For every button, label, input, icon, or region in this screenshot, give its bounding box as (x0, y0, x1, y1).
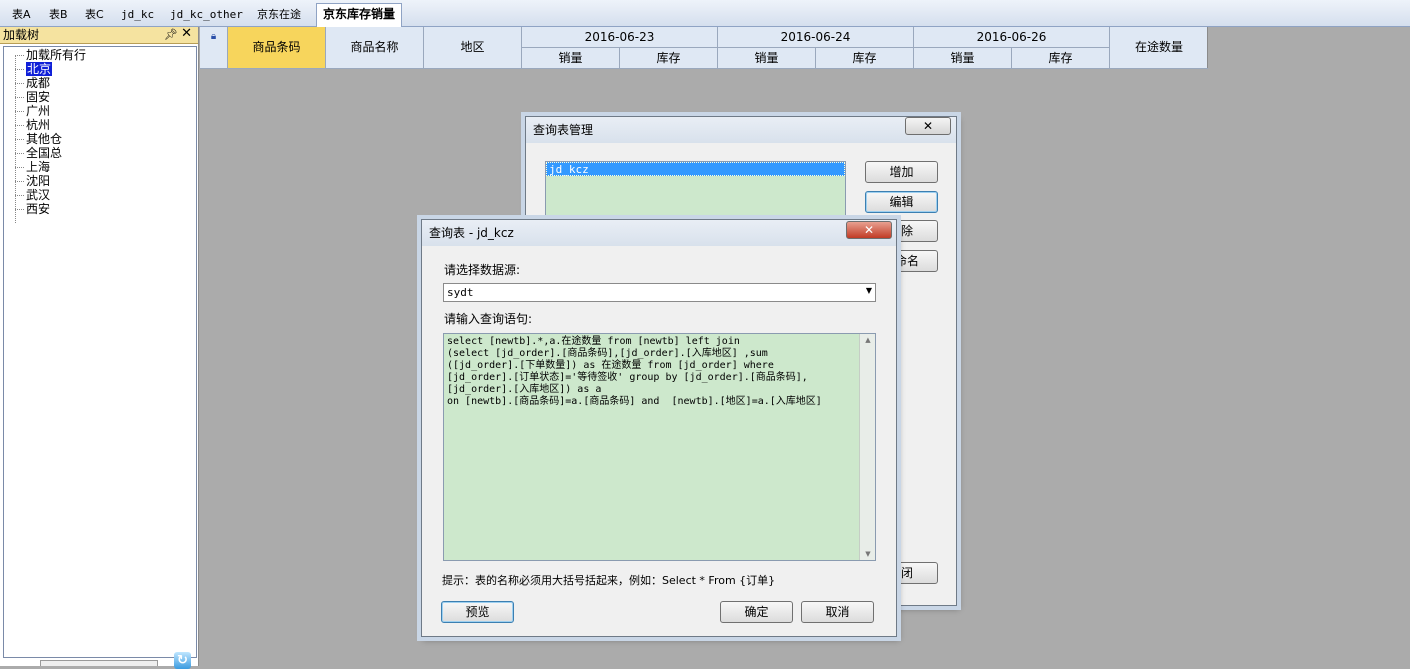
lock-icon[interactable]: 🔒︎ (200, 27, 228, 69)
column-header-barcode[interactable]: 商品条码 (228, 27, 326, 69)
query-table-edit-dialog: 查询表 - jd_kcz ✕ 请选择数据源: sydt ▼ 请输入查询语句: s… (421, 219, 897, 637)
tree-panel-header: 加载树 📌︎ ✕ (0, 26, 198, 44)
tree-item-label: 其他仓 (26, 132, 63, 146)
tree-list: 加载所有行 北京 成都 固安 广州 杭州 其他仓 全国总 上海 沈阳 武汉 西安 (12, 48, 86, 216)
horizontal-scrollbar[interactable] (40, 660, 158, 666)
column-header-stock[interactable]: 库存 (620, 48, 718, 69)
column-header-stock[interactable]: 库存 (1012, 48, 1110, 69)
tab-jd-in-transit[interactable]: 京东在途 (251, 4, 307, 27)
vertical-scrollbar[interactable]: ▲ ▼ (859, 334, 875, 560)
edit-button[interactable]: 编辑 (865, 191, 938, 213)
column-header-sales[interactable]: 销量 (914, 48, 1012, 69)
tree-panel-title: 加载树 (3, 28, 40, 42)
refresh-icon[interactable]: ↻ (174, 652, 191, 669)
query-text: select [newtb].*,a.在途数量 from [newtb] lef… (447, 336, 852, 408)
column-header-in-transit[interactable]: 在途数量 (1110, 27, 1208, 69)
query-line: [jd_order].[订单状态]='等待签收' group by [jd_or… (447, 372, 808, 383)
tree-item-label: 西安 (26, 202, 51, 216)
column-header-sales[interactable]: 销量 (522, 48, 620, 69)
column-group-date-1: 2016-06-23 (522, 27, 718, 48)
column-group-date-3: 2016-06-26 (914, 27, 1110, 48)
tree-item[interactable]: 北京 (12, 62, 86, 76)
list-item[interactable]: jd_kcz (546, 162, 845, 176)
datasource-select[interactable]: sydt ▼ (443, 283, 876, 302)
tree-item-label: 加载所有行 (26, 48, 87, 62)
tab-bar: 表A 表B 表C jd_kc jd_kc_other 京东在途 京东库存销量 (0, 0, 1410, 28)
close-icon[interactable]: ✕ (905, 117, 951, 135)
tree-item[interactable]: 加载所有行 (12, 48, 86, 62)
tree-item-label: 武汉 (26, 188, 51, 202)
tab-table-a[interactable]: 表A (6, 4, 37, 27)
tree-item-label: 广州 (26, 104, 51, 118)
dialog-title: 查询表管理 (526, 117, 956, 143)
scroll-up-icon[interactable]: ▲ (860, 336, 876, 344)
tree-item[interactable]: 上海 (12, 160, 86, 174)
column-header-region[interactable]: 地区 (424, 27, 522, 69)
column-group-date-2: 2016-06-24 (718, 27, 914, 48)
scroll-down-icon[interactable]: ▼ (860, 550, 876, 558)
tree-item-label: 杭州 (26, 118, 51, 132)
tree-item[interactable]: 广州 (12, 104, 86, 118)
grid-header: 🔒︎ 商品条码 商品名称 地区 2016-06-23 销量 库存 2016-06… (200, 27, 1208, 69)
add-button[interactable]: 增加 (865, 161, 938, 183)
datasource-value: sydt (447, 286, 474, 299)
tab-jd-kc[interactable]: jd_kc (115, 4, 160, 27)
tab-jd-stock-sales[interactable]: 京东库存销量 (316, 3, 403, 28)
hint-text: 提示：表的名称必须用大括号括起来，例如：Select * From {订单} (442, 574, 776, 587)
datasource-label: 请选择数据源: (444, 263, 521, 277)
dialog-title: 查询表 - jd_kcz (422, 220, 896, 246)
tree-view: 加载所有行 北京 成都 固安 广州 杭州 其他仓 全国总 上海 沈阳 武汉 西安 ↻ (3, 46, 197, 669)
query-label: 请输入查询语句: (444, 312, 533, 326)
tree-item-label: 沈阳 (26, 174, 51, 188)
tree-item[interactable]: 其他仓 (12, 132, 86, 146)
tree-item[interactable]: 杭州 (12, 118, 86, 132)
cancel-button[interactable]: 取消 (801, 601, 874, 623)
tree-item[interactable]: 西安 (12, 202, 86, 216)
column-header-stock[interactable]: 库存 (816, 48, 914, 69)
pin-icon[interactable]: 📌︎ (164, 27, 178, 43)
tab-table-b[interactable]: 表B (43, 4, 74, 27)
query-line: ([jd_order].[下单数量]) as 在途数量 from [jd_ord… (447, 360, 774, 371)
query-line: (select [jd_order].[商品条码],[jd_order].[入库… (447, 348, 768, 359)
tree-item-label: 北京 (26, 62, 53, 76)
preview-button[interactable]: 预览 (441, 601, 514, 623)
query-line: [jd_order].[入库地区]) as a (447, 384, 602, 395)
tree-item[interactable]: 全国总 (12, 146, 86, 160)
column-header-sales[interactable]: 销量 (718, 48, 816, 69)
close-icon[interactable]: ✕ (181, 26, 192, 42)
tree-item[interactable]: 武汉 (12, 188, 86, 202)
tree-item[interactable]: 固安 (12, 90, 86, 104)
ok-button[interactable]: 确定 (720, 601, 793, 623)
column-header-product-name[interactable]: 商品名称 (326, 27, 424, 69)
close-icon[interactable]: ✕ (846, 221, 892, 239)
query-line: on [newtb].[商品条码]=a.[商品条码] and [newtb].[… (447, 396, 822, 407)
tree-item-label: 成都 (26, 76, 51, 90)
query-textarea[interactable]: select [newtb].*,a.在途数量 from [newtb] lef… (443, 333, 876, 561)
tree-item-label: 全国总 (26, 146, 63, 160)
tree-item-label: 固安 (26, 90, 51, 104)
tab-jd-kc-other[interactable]: jd_kc_other (164, 4, 249, 27)
tab-table-c[interactable]: 表C (79, 4, 110, 27)
tree-item[interactable]: 沈阳 (12, 174, 86, 188)
load-tree-panel: 加载树 📌︎ ✕ 加载所有行 北京 成都 固安 广州 杭州 其他仓 全国总 上海 沈阳 武汉 西安 ↻ (0, 26, 199, 669)
query-line: select [newtb].*,a.在途数量 from [newtb] lef… (447, 336, 740, 347)
tree-item-label: 上海 (26, 160, 51, 174)
chevron-down-icon[interactable]: ▼ (866, 286, 872, 295)
tree-item[interactable]: 成都 (12, 76, 86, 90)
